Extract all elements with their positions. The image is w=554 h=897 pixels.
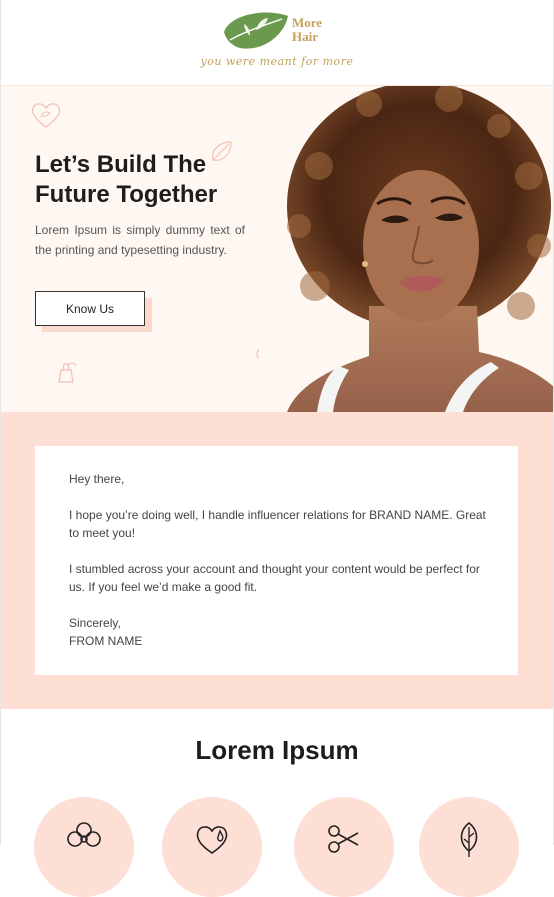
- email-page: More Hair you were meant for more Let’s …: [0, 0, 554, 897]
- feature-heart-drop[interactable]: [162, 797, 262, 897]
- letter-greeting: Hey there,: [69, 472, 125, 486]
- flower-icon: [67, 822, 101, 847]
- hero-section: Let’s Build The Future Together Lorem Ip…: [1, 86, 553, 412]
- letter-from-name: FROM NAME: [69, 634, 143, 648]
- letter-paragraph-1: I hope you’re doing well, I handle influ…: [69, 508, 486, 540]
- heart-doodle-icon: [31, 103, 61, 128]
- header: More Hair you were meant for more: [1, 0, 553, 86]
- letter-paragraph-2: I stumbled across your account and thoug…: [69, 562, 480, 594]
- letter-signoff: Sincerely,: [69, 616, 121, 630]
- features-title: Lorem Ipsum: [195, 735, 359, 765]
- brand-name-line2: Hair: [292, 29, 318, 44]
- features-section: Lorem Ipsum: [1, 709, 553, 897]
- letter-body: Hey there, I hope you’re doing well, I h…: [69, 470, 489, 650]
- hero-title-line2: Future Together: [35, 181, 218, 208]
- brand-name-line1: More: [292, 15, 323, 30]
- letter-card: Hey there, I hope you’re doing well, I h…: [35, 446, 518, 675]
- leaf-logo-icon: [224, 12, 288, 49]
- bottle-doodle-icon: [58, 362, 77, 383]
- brand-tagline: you were meant for more: [200, 55, 354, 68]
- hero-title: Let’s Build The Future Together: [35, 150, 265, 210]
- hero-model-photo: [259, 86, 553, 412]
- scissors-icon: [328, 825, 359, 853]
- hero-body-text: Lorem Ipsum is simply dummy text of the …: [35, 223, 245, 257]
- hero-title-line1: Let’s Build The: [35, 151, 207, 178]
- leaf-icon: [460, 821, 478, 857]
- feature-flower[interactable]: [34, 797, 134, 897]
- brand-logo[interactable]: More Hair: [222, 10, 334, 55]
- know-us-button-wrap: Know Us: [35, 291, 152, 332]
- feature-scissors[interactable]: [294, 797, 394, 897]
- brand-name: More Hair: [292, 16, 342, 44]
- heart-drop-icon: [196, 826, 228, 854]
- letter-section: Hey there, I hope you’re doing well, I h…: [1, 412, 553, 709]
- know-us-button[interactable]: Know Us: [35, 291, 145, 326]
- feature-leaf[interactable]: [419, 797, 519, 897]
